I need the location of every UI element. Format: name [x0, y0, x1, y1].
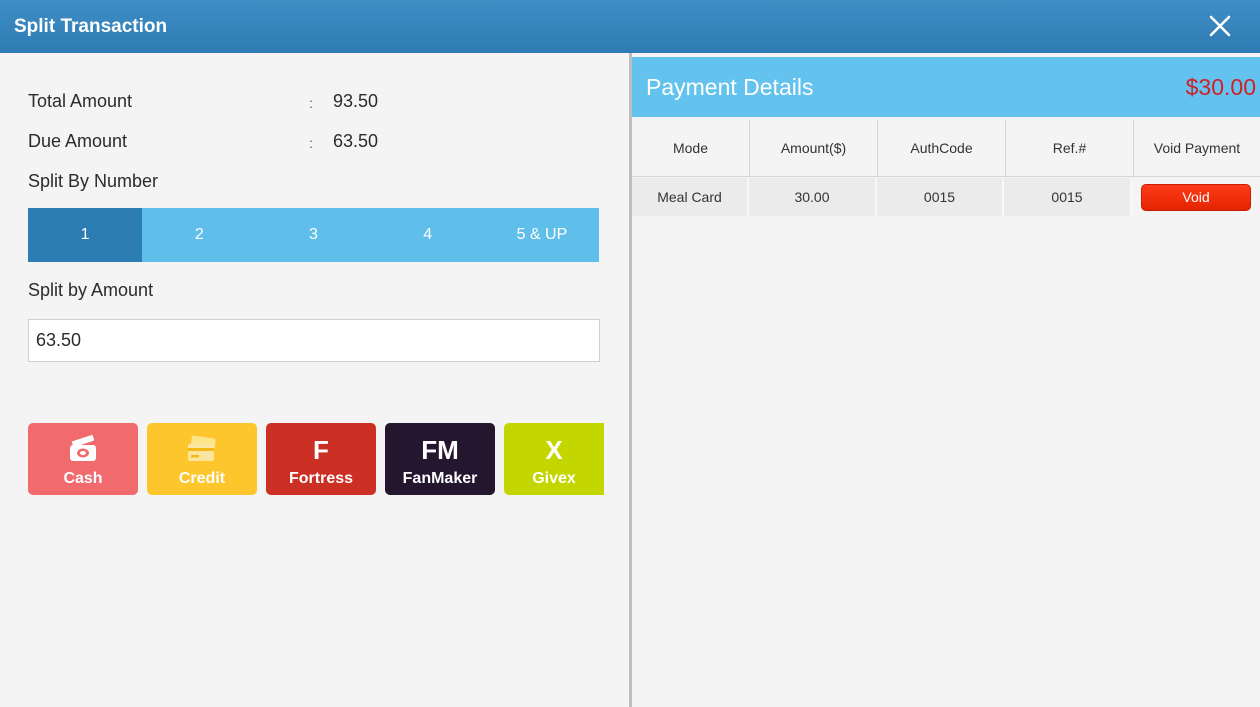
table-row: Meal Card 30.00 0015 0015 Void [632, 178, 1260, 216]
split-by-number-label: Split By Number [28, 171, 159, 191]
column-header-amount: Amount($) [750, 119, 878, 176]
close-icon [1209, 15, 1231, 37]
payments-table-header: Mode Amount($) AuthCode Ref.# Void Payme… [632, 119, 1260, 177]
fanmaker-button[interactable]: FM FanMaker [385, 423, 495, 495]
fortress-logo: F [313, 435, 329, 465]
credit-label: Credit [178, 470, 226, 487]
split-by-amount-label: Split by Amount [28, 280, 154, 300]
total-amount-colon: : [309, 95, 313, 111]
due-amount-label: Due Amount [28, 131, 128, 151]
payment-details-total: $30.00 [1185, 73, 1256, 100]
credit-button[interactable]: Credit [147, 423, 257, 495]
column-header-ref: Ref.# [1006, 119, 1134, 176]
column-header-mode: Mode [632, 119, 750, 176]
payment-details-title: Payment Details [646, 73, 814, 100]
credit-card-icon [186, 432, 218, 468]
givex-logo: X [545, 435, 563, 465]
fanmaker-logo: FM [421, 435, 459, 465]
total-amount-value: 93.50 [333, 91, 379, 111]
cash-label: Cash [63, 470, 103, 487]
split-amount-value: 63.50 [36, 330, 82, 350]
cell-mode: Meal Card [632, 178, 749, 216]
due-amount-value: 63.50 [333, 131, 379, 151]
givex-label: Givex [532, 470, 576, 487]
split-option-2[interactable]: 2 [142, 208, 256, 262]
total-amount-label: Total Amount [28, 91, 133, 111]
cell-authcode: 0015 [877, 178, 1004, 216]
split-option-3[interactable]: 3 [256, 208, 370, 262]
title-bar: Split Transaction [0, 0, 1260, 53]
cash-button[interactable]: Cash [28, 423, 138, 495]
split-by-number-selector: 1 2 3 4 5 & UP [28, 208, 599, 262]
cash-icon [68, 432, 98, 468]
column-header-authcode: AuthCode [878, 119, 1006, 176]
split-options-panel: Total Amount : 93.50 Due Amount : 63.50 … [0, 53, 629, 707]
close-button[interactable] [1206, 12, 1234, 40]
due-amount-colon: : [309, 135, 313, 151]
fortress-button[interactable]: F Fortress [266, 423, 376, 495]
split-option-4[interactable]: 4 [371, 208, 485, 262]
void-button[interactable]: Void [1141, 183, 1251, 211]
window-title: Split Transaction [14, 15, 168, 37]
cell-void: Void [1132, 178, 1260, 216]
split-option-5-and-up[interactable]: 5 & UP [485, 208, 599, 262]
cell-ref: 0015 [1004, 178, 1132, 216]
fortress-label: Fortress [288, 470, 354, 487]
givex-button[interactable]: X Givex [504, 423, 604, 495]
split-amount-input[interactable]: 63.50 [28, 319, 600, 362]
column-header-void-payment: Void Payment [1153, 139, 1241, 156]
payment-details-panel: Payment Details $30.00 Mode Amount($) Au… [632, 53, 1260, 707]
fanmaker-label: FanMaker [402, 470, 478, 487]
cell-amount: 30.00 [749, 178, 877, 216]
payment-details-header: Payment Details $30.00 [632, 57, 1260, 117]
split-option-1[interactable]: 1 [28, 208, 143, 262]
